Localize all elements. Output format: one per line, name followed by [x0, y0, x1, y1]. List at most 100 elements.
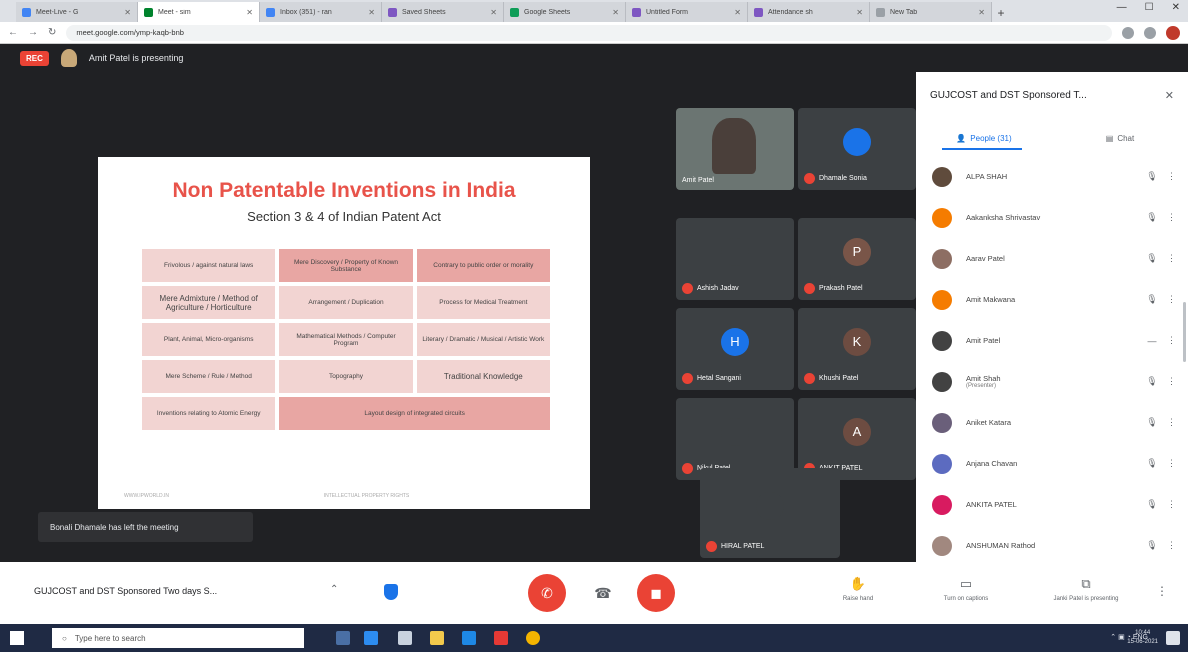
participant-tile[interactable]: Ashish Jadav — [676, 218, 794, 300]
chrome-icon[interactable] — [526, 631, 540, 645]
browser-tab[interactable]: Meet - sim ✕ — [138, 2, 260, 22]
leave-call-button[interactable]: ☎ — [584, 574, 622, 612]
tab-close-icon[interactable]: ✕ — [246, 8, 253, 17]
list-item[interactable]: Amit Shah (Presenter) 🎙 ⋮ — [916, 361, 1188, 402]
participant-name: Hetal Sangani — [697, 375, 741, 382]
more-icon[interactable]: ⋮ — [1160, 294, 1176, 305]
hand-icon: ✋ — [849, 576, 867, 591]
taskbar-search[interactable]: ○ Type here to search — [52, 628, 304, 648]
tab-title: Attendance sh — [768, 8, 813, 16]
list-item[interactable]: Amit Makwana 🎙 ⋮ — [916, 279, 1188, 320]
bookmark-icon[interactable] — [1144, 26, 1156, 39]
participant-tile[interactable]: Amit Patel — [676, 108, 794, 190]
store-icon[interactable] — [430, 631, 444, 645]
forward-icon[interactable]: → — [28, 27, 38, 38]
participant-tile[interactable]: K Khushi Patel — [798, 308, 916, 390]
notification-icon[interactable] — [1166, 631, 1180, 645]
more-options-icon[interactable]: ⋮ — [1156, 584, 1168, 598]
reload-icon[interactable]: ↻ — [48, 27, 56, 38]
windows-start-icon[interactable] — [10, 631, 24, 645]
edge-icon[interactable] — [364, 631, 378, 645]
tab-people[interactable]: 👤 People (31) — [916, 128, 1052, 148]
mic-icon[interactable]: 🎙 — [1144, 212, 1160, 223]
list-item[interactable]: Aarav Patel 🎙 ⋮ — [916, 238, 1188, 279]
participant-tile[interactable]: H Hetal Sangani — [676, 308, 794, 390]
mic-icon[interactable]: — — [1144, 336, 1160, 346]
raise-hand-button[interactable]: ✋ Raise hand — [808, 576, 908, 602]
present-button[interactable]: ⧉ Janki Patel is presenting — [1036, 576, 1136, 602]
chevron-up-icon[interactable]: ⌃ — [330, 584, 338, 595]
browser-tab[interactable]: Inbox (351) - ran ✕ — [260, 2, 382, 22]
list-item[interactable]: Anjana Chavan 🎙 ⋮ — [916, 443, 1188, 484]
office-icon[interactable] — [494, 631, 508, 645]
mic-off-button[interactable]: ✆ — [528, 574, 566, 612]
more-icon[interactable]: ⋮ — [1160, 540, 1176, 551]
mic-icon[interactable]: 🎙 — [1144, 376, 1160, 387]
camera-off-button[interactable]: ◼ — [637, 574, 675, 612]
participant-avatar: P — [843, 238, 871, 267]
mail-icon[interactable] — [462, 631, 476, 645]
list-item[interactable]: ANKITA PATEL 🎙 ⋮ — [916, 484, 1188, 525]
file-explorer-icon[interactable] — [398, 631, 412, 645]
captions-button[interactable]: ▭ Turn on captions — [916, 576, 1016, 602]
more-icon[interactable]: ⋮ — [1160, 253, 1176, 264]
notification-toast: Bonali Dhamale has left the meeting — [38, 512, 253, 542]
back-icon[interactable]: ← — [8, 27, 18, 38]
list-item[interactable]: Amit Patel — ⋮ — [916, 320, 1188, 361]
minimize-button[interactable]: — — [1117, 2, 1127, 13]
new-tab-button[interactable]: + — [992, 4, 1010, 22]
meeting-title[interactable]: GUJCOST and DST Sponsored Two days S... — [34, 586, 217, 596]
tab-close-icon[interactable]: ✕ — [612, 8, 619, 17]
participant-tile[interactable]: Dhamale Sonia — [798, 108, 916, 190]
more-icon[interactable]: ⋮ — [1160, 335, 1176, 346]
mic-off-icon — [682, 373, 693, 384]
profile-avatar[interactable] — [1166, 25, 1180, 40]
tab-close-icon[interactable]: ✕ — [368, 8, 375, 17]
list-item[interactable]: Aniket Katara 🎙 ⋮ — [916, 402, 1188, 443]
list-item[interactable]: Aakanksha Shrivastav 🎙 ⋮ — [916, 197, 1188, 238]
avatar — [932, 248, 952, 269]
tab-close-icon[interactable]: ✕ — [856, 8, 863, 17]
extension-icon[interactable] — [1122, 26, 1134, 39]
participant-tile[interactable]: HIRAL PATEL — [700, 468, 840, 558]
browser-tab[interactable]: Saved Sheets ✕ — [382, 2, 504, 22]
close-icon[interactable]: ✕ — [1165, 89, 1174, 102]
participant-tile[interactable]: P Prakash Patel — [798, 218, 916, 300]
clock[interactable]: 10:44 15-06-2021 — [1127, 629, 1158, 647]
close-window-button[interactable]: ✕ — [1172, 2, 1180, 13]
mic-icon[interactable]: 🎙 — [1144, 499, 1160, 510]
browser-tab[interactable]: Meet-Live - G ✕ — [16, 2, 138, 22]
mic-icon[interactable]: 🎙 — [1144, 253, 1160, 264]
more-icon[interactable]: ⋮ — [1160, 458, 1176, 469]
mic-icon[interactable]: 🎙 — [1144, 294, 1160, 305]
tab-close-icon[interactable]: ✕ — [734, 8, 741, 17]
url-input[interactable]: meet.google.com/ymp-kaqb-bnb — [66, 24, 1112, 41]
more-icon[interactable]: ⋮ — [1160, 376, 1176, 387]
tab-close-icon[interactable]: ✕ — [490, 8, 497, 17]
tab-chat[interactable]: ▤ Chat — [1052, 128, 1188, 148]
tab-favicon-icon — [510, 7, 519, 17]
browser-tab[interactable]: New Tab ✕ — [870, 2, 992, 22]
browser-tab[interactable]: Google Sheets ✕ — [504, 2, 626, 22]
mic-icon[interactable]: 🎙 — [1144, 417, 1160, 428]
browser-tab[interactable]: Attendance sh ✕ — [748, 2, 870, 22]
scrollbar[interactable] — [1183, 302, 1186, 362]
slide-cell: Topography — [279, 360, 413, 393]
task-view-icon[interactable] — [336, 631, 350, 645]
more-icon[interactable]: ⋮ — [1160, 499, 1176, 510]
browser-tab[interactable]: Untitled Form ✕ — [626, 2, 748, 22]
maximize-button[interactable]: ☐ — [1145, 2, 1154, 13]
slide-cell: Mere Scheme / Rule / Method — [142, 360, 276, 393]
mic-icon[interactable]: 🎙 — [1144, 540, 1160, 551]
more-icon[interactable]: ⋮ — [1160, 212, 1176, 223]
mic-icon[interactable]: 🎙 — [1144, 171, 1160, 182]
more-icon[interactable]: ⋮ — [1160, 171, 1176, 182]
list-item[interactable]: ANSHUMAN Rathod 🎙 ⋮ — [916, 525, 1188, 566]
list-item[interactable]: ALPA SHAH 🎙 ⋮ — [916, 156, 1188, 197]
mic-icon[interactable]: 🎙 — [1144, 458, 1160, 469]
shield-icon[interactable] — [384, 584, 398, 600]
tab-close-icon[interactable]: ✕ — [124, 8, 131, 17]
more-icon[interactable]: ⋮ — [1160, 417, 1176, 428]
slide-cell: Literary / Dramatic / Musical / Artistic… — [416, 323, 550, 356]
tab-close-icon[interactable]: ✕ — [978, 8, 985, 17]
